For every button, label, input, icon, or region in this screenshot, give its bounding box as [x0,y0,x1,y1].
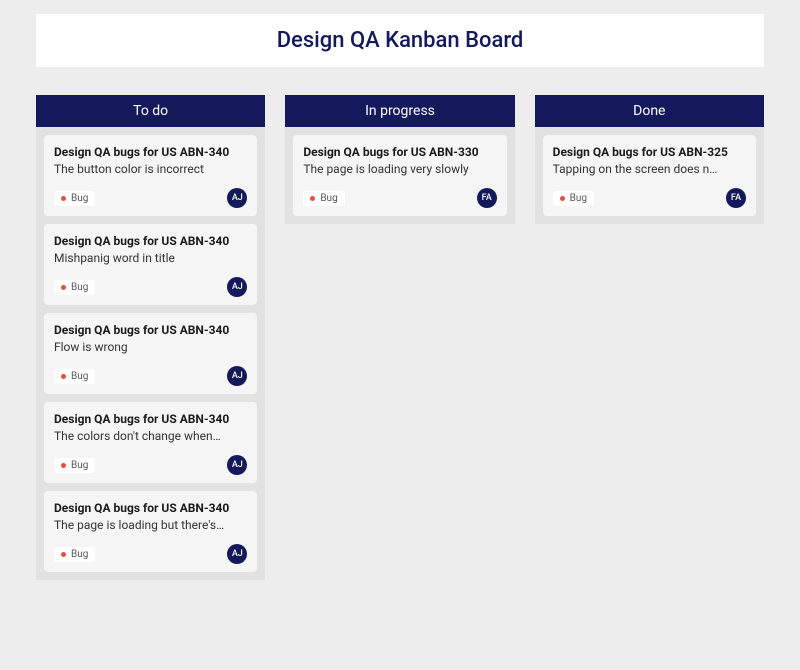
card-description: The page is loading very slowly [303,162,496,176]
column-body: Design QA bugs for US ABN-330 The page i… [285,127,514,224]
column-header: In progress [285,95,514,127]
kanban-card[interactable]: Design QA bugs for US ABN-340 Mishpanig … [44,224,257,305]
card-footer: Bug FA [553,188,746,208]
avatar[interactable]: FA [726,188,746,208]
card-footer: Bug AJ [54,277,247,297]
card-description: Mishpanig word in title [54,251,247,265]
tag-label: Bug [71,193,88,204]
tag-label: Bug [320,193,337,204]
card-description: Flow is wrong [54,340,247,354]
bug-dot-icon [310,196,315,201]
tag-label: Bug [71,549,88,560]
avatar[interactable]: AJ [227,277,247,297]
tag-label: Bug [71,282,88,293]
column-todo: To do Design QA bugs for US ABN-340 The … [36,95,265,580]
page-header: Design QA Kanban Board [36,14,764,67]
card-description: Tapping on the screen does n… [553,162,746,176]
card-footer: Bug AJ [54,544,247,564]
card-title: Design QA bugs for US ABN-340 [54,501,247,515]
column-header: To do [36,95,265,127]
bug-tag: Bug [553,191,594,206]
kanban-card[interactable]: Design QA bugs for US ABN-340 The button… [44,135,257,216]
tag-label: Bug [570,193,587,204]
column-body: Design QA bugs for US ABN-325 Tapping on… [535,127,764,224]
avatar[interactable]: FA [477,188,497,208]
kanban-card[interactable]: Design QA bugs for US ABN-325 Tapping on… [543,135,756,216]
column-done: Done Design QA bugs for US ABN-325 Tappi… [535,95,764,580]
card-footer: Bug AJ [54,188,247,208]
card-footer: Bug AJ [54,366,247,386]
card-title: Design QA bugs for US ABN-340 [54,323,247,337]
kanban-board: To do Design QA bugs for US ABN-340 The … [0,67,800,580]
bug-dot-icon [61,196,66,201]
card-footer: Bug AJ [54,455,247,475]
kanban-card[interactable]: Design QA bugs for US ABN-340 The colors… [44,402,257,483]
card-footer: Bug FA [303,188,496,208]
card-title: Design QA bugs for US ABN-330 [303,145,496,159]
bug-dot-icon [61,463,66,468]
card-title: Design QA bugs for US ABN-340 [54,234,247,248]
bug-dot-icon [61,374,66,379]
card-description: The button color is incorrect [54,162,247,176]
bug-dot-icon [61,285,66,290]
bug-tag: Bug [54,547,95,562]
kanban-card[interactable]: Design QA bugs for US ABN-340 Flow is wr… [44,313,257,394]
card-description: The colors don't change when… [54,429,247,443]
card-title: Design QA bugs for US ABN-325 [553,145,746,159]
kanban-card[interactable]: Design QA bugs for US ABN-340 The page i… [44,491,257,572]
card-title: Design QA bugs for US ABN-340 [54,145,247,159]
page-title: Design QA Kanban Board [36,28,764,53]
column-in-progress: In progress Design QA bugs for US ABN-33… [285,95,514,580]
bug-tag: Bug [54,369,95,384]
bug-tag: Bug [54,191,95,206]
card-description: The page is loading but there's… [54,518,247,532]
avatar[interactable]: AJ [227,188,247,208]
bug-tag: Bug [303,191,344,206]
bug-tag: Bug [54,280,95,295]
avatar[interactable]: AJ [227,544,247,564]
tag-label: Bug [71,371,88,382]
bug-tag: Bug [54,458,95,473]
tag-label: Bug [71,460,88,471]
bug-dot-icon [560,196,565,201]
avatar[interactable]: AJ [227,455,247,475]
bug-dot-icon [61,552,66,557]
kanban-card[interactable]: Design QA bugs for US ABN-330 The page i… [293,135,506,216]
column-body: Design QA bugs for US ABN-340 The button… [36,127,265,580]
column-header: Done [535,95,764,127]
avatar[interactable]: AJ [227,366,247,386]
card-title: Design QA bugs for US ABN-340 [54,412,247,426]
